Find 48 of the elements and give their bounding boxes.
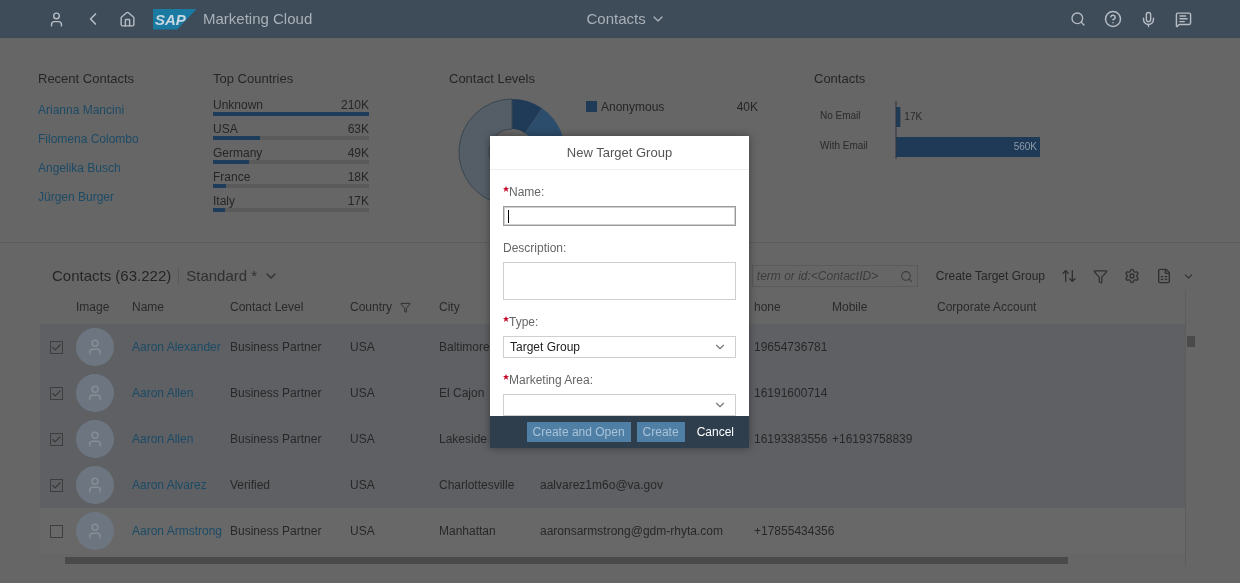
field-label: Marketing Area: [509, 372, 594, 389]
table-cell: El Cajon [439, 386, 485, 400]
field-label: Name: [509, 184, 545, 201]
table-title: Contacts (63.222) [52, 265, 172, 286]
value-label: 17K [904, 110, 923, 122]
section-title: Recent Contacts [38, 70, 136, 88]
table-cell: Baltimore [439, 340, 490, 354]
table-cell: +16193758839 [832, 432, 913, 446]
table-cell: aaronsarmstrong@gdm-rhyta.com [540, 524, 723, 538]
table-cell: 19654736781 [754, 340, 828, 354]
section-title: Top Countries [213, 70, 295, 88]
table-cell: +17855434356 [754, 524, 835, 538]
category-label: No Email [820, 109, 861, 121]
field-label: Description: [503, 240, 567, 257]
table-cell: 16191600714 [754, 386, 828, 400]
table-cell: Business Partner [230, 386, 322, 400]
table-cell: Business Partner [230, 524, 322, 538]
table-cell: USA [350, 340, 375, 354]
table-cell: Manhattan [439, 524, 496, 538]
section-title: Contact Levels [449, 70, 536, 88]
country-label: Unknown [213, 97, 264, 112]
country-count: 17K [347, 193, 369, 208]
legend-value: 40K [736, 98, 758, 116]
country-label: USA [213, 121, 238, 136]
app-title: Marketing Cloud [203, 8, 313, 29]
table-cell: aalvarez1m6o@va.gov [540, 478, 663, 492]
country-count: 210K [340, 97, 369, 112]
chart-title: Contacts [814, 70, 867, 88]
table-cell: Business Partner [230, 340, 322, 354]
legend-label: Anonymous [601, 98, 666, 116]
country-count: 49K [347, 145, 369, 160]
country-label: France [213, 169, 251, 184]
country-count: 18K [347, 169, 369, 184]
category-label: With Email [820, 139, 868, 151]
table-cell: Business Partner [230, 432, 322, 446]
dialog-title: New Target Group [566, 143, 673, 162]
value-label: 560K [1013, 140, 1037, 152]
table-cell: Verified [230, 478, 271, 492]
table-cell: USA [350, 432, 375, 446]
table-cell: Lakeside [439, 432, 488, 446]
table-cell: USA [350, 386, 375, 400]
table-cell: 16193383556 [754, 432, 828, 446]
country-label: Italy [213, 193, 235, 208]
table-cell: Charlottesville [439, 478, 515, 492]
country-count: 63K [347, 121, 369, 136]
table-cell: USA [350, 478, 375, 492]
country-label: Germany [213, 145, 263, 160]
table-cell: USA [350, 524, 375, 538]
